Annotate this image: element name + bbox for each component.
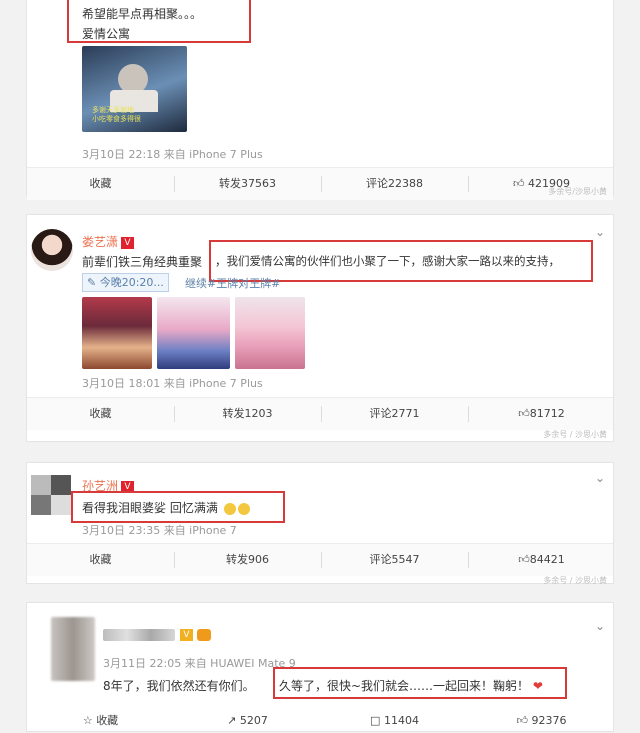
thumb-caption: 多谢天多谢地 小吃零食多得很 xyxy=(92,106,141,123)
favorite-button[interactable]: 收藏 xyxy=(27,168,174,200)
post-card-2: 娄艺潇 V ⌄ 前辈们铁三角经典重聚 ，我们爱情公寓的伙伴们也小聚了一下，感谢大家… xyxy=(26,214,614,442)
favorite-button[interactable]: ☆ 收藏 xyxy=(27,709,174,733)
share-icon: ↗ xyxy=(227,714,237,727)
like-button[interactable]: 👍︎84421 xyxy=(468,544,615,576)
user-name-blurred[interactable] xyxy=(103,629,175,641)
post-card-4: V ⌄ 3月11日 22:05 来自 HUAWEI Mate 9 8年了，我们依… xyxy=(26,602,614,732)
like-button[interactable]: 👍︎81712 xyxy=(468,398,615,430)
post-meta: 3月10日 18:01 来自 iPhone 7 Plus xyxy=(82,377,263,390)
chevron-down-icon[interactable]: ⌄ xyxy=(595,471,605,485)
watermark: 多余号 / 沙思小黄 xyxy=(543,576,607,585)
watermark: 多余号/沙思小黄 xyxy=(548,187,607,196)
action-bar: 收藏 转发1203 评论2771 👍︎81712 xyxy=(27,397,613,430)
post-meta: 3月10日 22:18 来自 iPhone 7 Plus xyxy=(82,148,263,161)
post-meta: 3月10日 23:35 来自 iPhone 7 xyxy=(82,524,237,537)
watermark: 多余号 / 沙思小黄 xyxy=(543,430,607,439)
avatar[interactable] xyxy=(31,229,73,271)
user-name[interactable]: 娄艺潇 V xyxy=(82,233,135,250)
thumbs-up-icon: 👍︎ xyxy=(516,714,529,727)
chevron-down-icon[interactable]: ⌄ xyxy=(595,619,605,633)
highlight-box xyxy=(273,667,567,699)
avatar[interactable] xyxy=(51,617,95,681)
verified-badge: V xyxy=(121,236,135,249)
comment-button[interactable]: 评论2771 xyxy=(321,398,468,430)
highlight-box xyxy=(71,491,285,523)
comment-icon: □ xyxy=(370,714,381,727)
post-card-3: 孙艺洲 V ⌄ 看得我泪眼婆娑 回忆满满 3月10日 23:35 来自 iPhon… xyxy=(26,462,614,585)
post-image-1[interactable] xyxy=(82,297,152,369)
repost-button[interactable]: ↗ 5207 xyxy=(174,709,321,733)
topic-link[interactable]: 继续#王牌对王牌# xyxy=(185,275,280,291)
comment-button[interactable]: □ 11404 xyxy=(321,709,468,733)
comment-button[interactable]: 评论5547 xyxy=(321,544,468,576)
thumbs-up-icon: 👍︎ xyxy=(518,407,530,420)
comment-button[interactable]: 评论22388 xyxy=(321,168,468,200)
avatar[interactable] xyxy=(31,475,71,515)
action-bar: 收藏 转发906 评论5547 👍︎84421 xyxy=(27,543,613,576)
post-card-1: 希望能早点再相聚。。。 爱情公寓 多谢天多谢地 小吃零食多得很 3月10日 22… xyxy=(26,0,614,200)
post-image-thumbnail[interactable]: 多谢天多谢地 小吃零食多得很 xyxy=(82,46,187,132)
verified-badge: V xyxy=(180,629,193,641)
highlight-box xyxy=(67,0,251,43)
thumbs-up-icon: 👍︎ xyxy=(513,177,525,190)
repost-button[interactable]: 转发37563 xyxy=(174,168,321,200)
link-icon: ✎ xyxy=(87,276,97,289)
repost-button[interactable]: 转发906 xyxy=(174,544,321,576)
like-button[interactable]: 👍︎ 92376 xyxy=(468,709,615,733)
favorite-button[interactable]: 收藏 xyxy=(27,398,174,430)
post-text-start: 8年了，我们依然还有你们。 xyxy=(103,679,255,693)
post-text-start: 前辈们铁三角经典重聚 xyxy=(82,255,203,269)
chevron-down-icon[interactable]: ⌄ xyxy=(595,225,605,239)
crown-icon xyxy=(197,629,211,641)
repost-button[interactable]: 转发1203 xyxy=(174,398,321,430)
post-image-2[interactable] xyxy=(157,297,230,369)
star-icon: ☆ xyxy=(82,714,93,727)
action-bar: ☆ 收藏 ↗ 5207 □ 11404 👍︎ 92376 xyxy=(27,709,613,733)
link-chip[interactable]: ✎ 今晚20:20... xyxy=(82,273,169,292)
post-image-3[interactable] xyxy=(235,297,305,369)
action-bar: 收藏 转发37563 评论22388 👍︎ 421909 多余号/沙思小黄 xyxy=(27,167,613,200)
post-meta: 3月11日 22:05 来自 HUAWEI Mate 9 xyxy=(103,657,296,670)
thumbs-up-icon: 👍︎ xyxy=(518,553,530,566)
favorite-button[interactable]: 收藏 xyxy=(27,544,174,576)
